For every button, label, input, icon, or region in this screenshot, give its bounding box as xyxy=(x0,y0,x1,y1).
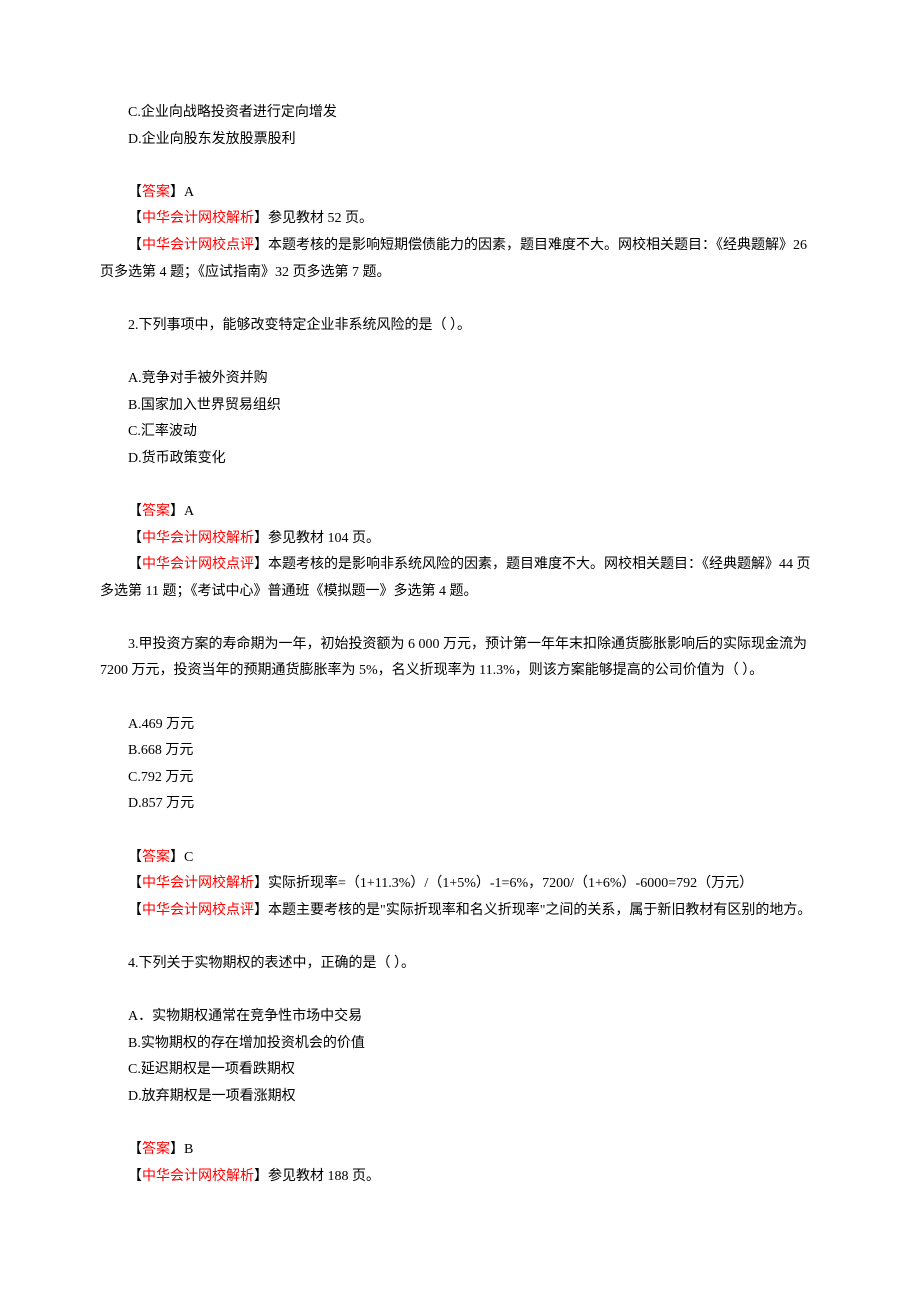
comment-label-text: 中华会计网校点评 xyxy=(142,903,254,918)
explain-line: 【中华会计网校解析】参见教材 188 页。 xyxy=(100,1164,820,1191)
bracket: 】 xyxy=(254,211,268,226)
option-b: B.668 万元 xyxy=(100,738,820,765)
comment-text: 本题主要考核的是"实际折现率和名义折现率"之间的关系，属于新旧教材有区别的地方。 xyxy=(268,903,811,918)
answer-label-text: 答案 xyxy=(142,185,170,200)
spacer xyxy=(100,472,820,499)
spacer xyxy=(100,153,820,180)
bracket: 【 xyxy=(128,850,142,865)
explain-text: 参见教材 52 页。 xyxy=(268,211,373,226)
option-b: B.国家加入世界贸易组织 xyxy=(100,393,820,420)
option-c: C.汇率波动 xyxy=(100,419,820,446)
answer-value: A xyxy=(184,504,194,519)
answer-line: 【答案】A xyxy=(100,499,820,526)
explain-text: 实际折现率=（1+11.3%）/（1+5%）-1=6%，7200/（1+6%）-… xyxy=(268,876,753,891)
explain-label-text: 中华会计网校解析 xyxy=(142,876,254,891)
spacer xyxy=(100,924,820,951)
answer-label: 【答案】 xyxy=(128,850,184,865)
spacer xyxy=(100,605,820,632)
bracket: 【 xyxy=(128,1142,142,1157)
option-d: D.857 万元 xyxy=(100,791,820,818)
explain-label: 【中华会计网校解析】 xyxy=(128,531,268,546)
comment-label-text: 中华会计网校点评 xyxy=(142,557,254,572)
answer-label: 【答案】 xyxy=(128,504,184,519)
comment-line: 【中华会计网校点评】本题考核的是影响非系统风险的因素，题目难度不大。网校相关题目… xyxy=(100,552,820,605)
option-a: A.469 万元 xyxy=(100,712,820,739)
option-c: C.792 万元 xyxy=(100,765,820,792)
option-d: D.放弃期权是一项看涨期权 xyxy=(100,1084,820,1111)
bracket: 】 xyxy=(254,903,268,918)
bracket: 】 xyxy=(254,876,268,891)
bracket: 】 xyxy=(170,504,184,519)
bracket: 【 xyxy=(128,238,142,253)
bracket: 【 xyxy=(128,504,142,519)
answer-label: 【答案】 xyxy=(128,185,184,200)
option-c: C.延迟期权是一项看跌期权 xyxy=(100,1057,820,1084)
spacer xyxy=(100,818,820,845)
bracket: 【 xyxy=(128,211,142,226)
answer-line: 【答案】C xyxy=(100,845,820,872)
answer-label: 【答案】 xyxy=(128,1142,184,1157)
bracket: 【 xyxy=(128,1169,142,1184)
answer-value: C xyxy=(184,850,193,865)
spacer xyxy=(100,685,820,712)
bracket: 【 xyxy=(128,185,142,200)
bracket: 】 xyxy=(170,1142,184,1157)
answer-line: 【答案】A xyxy=(100,180,820,207)
question-stem: 2.下列事项中，能够改变特定企业非系统风险的是（ ）。 xyxy=(100,313,820,340)
answer-value: A xyxy=(184,185,194,200)
explain-line: 【中华会计网校解析】参见教材 104 页。 xyxy=(100,526,820,553)
comment-line: 【中华会计网校点评】本题考核的是影响短期偿债能力的因素，题目难度不大。网校相关题… xyxy=(100,233,820,286)
spacer xyxy=(100,339,820,366)
option-a: A．实物期权通常在竞争性市场中交易 xyxy=(100,1004,820,1031)
bracket: 【 xyxy=(128,557,142,572)
bracket: 【 xyxy=(128,876,142,891)
explain-label: 【中华会计网校解析】 xyxy=(128,211,268,226)
explain-label: 【中华会计网校解析】 xyxy=(128,876,268,891)
bracket: 【 xyxy=(128,531,142,546)
comment-label: 【中华会计网校点评】 xyxy=(128,238,268,253)
bracket: 】 xyxy=(254,1169,268,1184)
option-d: D.企业向股东发放股票股利 xyxy=(100,127,820,154)
explain-label-text: 中华会计网校解析 xyxy=(142,211,254,226)
option-b: B.实物期权的存在增加投资机会的价值 xyxy=(100,1031,820,1058)
explain-line: 【中华会计网校解析】实际折现率=（1+11.3%）/（1+5%）-1=6%，72… xyxy=(100,871,820,898)
comment-line: 【中华会计网校点评】本题主要考核的是"实际折现率和名义折现率"之间的关系，属于新… xyxy=(100,898,820,925)
answer-value: B xyxy=(184,1142,193,1157)
answer-label-text: 答案 xyxy=(142,504,170,519)
bracket: 】 xyxy=(170,850,184,865)
answer-label-text: 答案 xyxy=(142,850,170,865)
answer-line: 【答案】B xyxy=(100,1137,820,1164)
explain-text: 参见教材 104 页。 xyxy=(268,531,380,546)
spacer xyxy=(100,1111,820,1138)
explain-line: 【中华会计网校解析】参见教材 52 页。 xyxy=(100,206,820,233)
bracket: 【 xyxy=(128,903,142,918)
comment-label: 【中华会计网校点评】 xyxy=(128,903,268,918)
spacer xyxy=(100,286,820,313)
explain-label-text: 中华会计网校解析 xyxy=(142,531,254,546)
explain-text: 参见教材 188 页。 xyxy=(268,1169,380,1184)
bracket: 】 xyxy=(254,557,268,572)
question-stem: 3.甲投资方案的寿命期为一年，初始投资额为 6 000 万元，预计第一年年末扣除… xyxy=(100,632,820,685)
bracket: 】 xyxy=(170,185,184,200)
option-d: D.货币政策变化 xyxy=(100,446,820,473)
question-stem: 4.下列关于实物期权的表述中，正确的是（ ）。 xyxy=(100,951,820,978)
bracket: 】 xyxy=(254,238,268,253)
comment-label: 【中华会计网校点评】 xyxy=(128,557,268,572)
explain-label-text: 中华会计网校解析 xyxy=(142,1169,254,1184)
answer-label-text: 答案 xyxy=(142,1142,170,1157)
spacer xyxy=(100,978,820,1005)
option-c: C.企业向战略投资者进行定向增发 xyxy=(100,100,820,127)
option-a: A.竞争对手被外资并购 xyxy=(100,366,820,393)
comment-label-text: 中华会计网校点评 xyxy=(142,238,254,253)
bracket: 】 xyxy=(254,531,268,546)
explain-label: 【中华会计网校解析】 xyxy=(128,1169,268,1184)
